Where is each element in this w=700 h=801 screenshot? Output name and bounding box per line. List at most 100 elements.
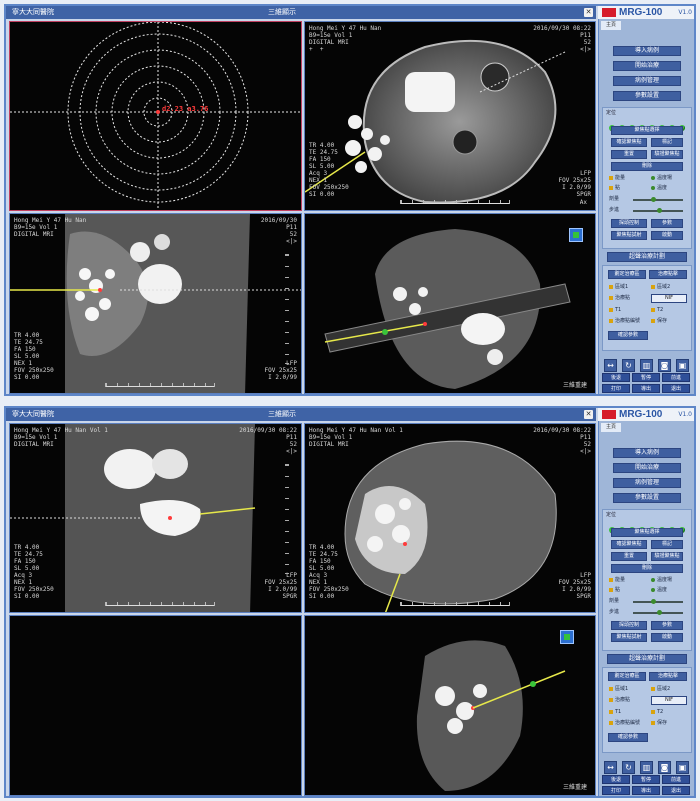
tab-home[interactable]: 主頁 <box>601 21 621 30</box>
define-region-button[interactable]: 劃定治療區 <box>608 270 646 279</box>
parameter-settings-button[interactable]: 參數設置 <box>613 91 681 101</box>
pan-icon[interactable]: ↔ <box>604 359 617 372</box>
option-t1[interactable]: T1 <box>609 709 621 716</box>
slider-knob[interactable] <box>657 208 662 213</box>
print-button[interactable]: 打印 <box>602 786 630 795</box>
option-region-1[interactable]: 區域1 <box>609 686 628 693</box>
select-focus-button[interactable]: 聚焦點選擇 <box>611 528 683 537</box>
option-temperature[interactable]: 溫度 <box>651 587 667 594</box>
option-t2[interactable]: T2 <box>651 307 663 314</box>
confirm-params-button[interactable]: 確認參數 <box>608 733 648 742</box>
treatment-click-button[interactable]: 治療點擊 <box>649 672 687 681</box>
export-button[interactable]: 導出 <box>632 384 660 393</box>
test-fire-button[interactable]: 聚焦點試射 <box>611 633 647 642</box>
params-button[interactable]: 參數 <box>651 621 683 630</box>
print-button[interactable]: 打印 <box>602 384 630 393</box>
option-energy[interactable]: 能量 <box>609 175 625 182</box>
option-region-2[interactable]: 區域2 <box>651 284 670 291</box>
case-management-button[interactable]: 病例管理 <box>613 76 681 86</box>
exit-button[interactable]: 退出 <box>662 786 690 795</box>
case-management-button[interactable]: 病例管理 <box>613 478 681 488</box>
option-temperature[interactable]: 溫度 <box>651 185 667 192</box>
sequence-select[interactable]: NIF <box>651 294 687 303</box>
3d-reconstruction-viewport[interactable]: 三維重建 <box>304 213 596 394</box>
layout-icon[interactable]: ▥ <box>640 761 653 774</box>
option-point-number[interactable]: 治療點編號 <box>609 318 640 325</box>
confirm-params-button[interactable]: 確認參數 <box>608 331 648 340</box>
option-temp-field[interactable]: 溫度場 <box>651 577 672 584</box>
select-focus-button[interactable]: 聚焦點選擇 <box>611 126 683 135</box>
forward-button[interactable]: 前進 <box>662 373 690 382</box>
close-icon[interactable]: ✕ <box>584 410 593 419</box>
probe-control-button[interactable]: 探頭控制 <box>611 621 647 630</box>
parameter-settings-button[interactable]: 參數設置 <box>613 493 681 503</box>
delete-button[interactable]: 刪除 <box>611 162 683 171</box>
orientation-cube-icon[interactable] <box>569 228 583 242</box>
reset-button[interactable]: 重置 <box>611 150 647 159</box>
import-case-button[interactable]: 導入病例 <box>613 46 681 56</box>
close-icon[interactable]: ✕ <box>584 8 593 17</box>
start-treatment-button[interactable]: 開始治療 <box>613 61 681 71</box>
test-fire-button[interactable]: 聚焦點試射 <box>611 231 647 240</box>
tab-home[interactable]: 主頁 <box>601 423 621 432</box>
exit-button[interactable]: 退出 <box>662 384 690 393</box>
back-button[interactable]: 後退 <box>602 373 630 382</box>
delete-button[interactable]: 刪除 <box>611 564 683 573</box>
params-button[interactable]: 參數 <box>651 219 683 228</box>
forward-button[interactable]: 前進 <box>662 775 690 784</box>
option-save[interactable]: 保存 <box>651 318 667 325</box>
import-case-button[interactable]: 導入病例 <box>613 448 681 458</box>
reset-button[interactable]: 重置 <box>611 552 647 561</box>
dose-slider[interactable] <box>633 599 683 604</box>
define-region-button[interactable]: 劃定治療區 <box>608 672 646 681</box>
option-point[interactable]: 點 <box>609 185 620 192</box>
option-region-2[interactable]: 區域2 <box>651 686 670 693</box>
dose-slider[interactable] <box>633 197 683 202</box>
probe-control-button[interactable]: 探頭控制 <box>611 219 647 228</box>
layout-icon[interactable]: ▥ <box>640 359 653 372</box>
verify-focus-button[interactable]: 驗證聚焦點 <box>651 552 683 561</box>
option-t2[interactable]: T2 <box>651 709 663 716</box>
option-treatment-point[interactable]: 治療點 <box>609 295 630 302</box>
back-button[interactable]: 後退 <box>602 775 630 784</box>
window-level-icon[interactable]: ◙ <box>658 359 671 372</box>
option-point[interactable]: 點 <box>609 587 620 594</box>
launch-button[interactable]: 啟動 <box>651 633 683 642</box>
option-save[interactable]: 保存 <box>651 720 667 727</box>
start-treatment-button[interactable]: 開始治療 <box>613 463 681 473</box>
option-treatment-point[interactable]: 治療點 <box>609 697 630 704</box>
slider-knob[interactable] <box>651 599 656 604</box>
slider-knob[interactable] <box>657 610 662 615</box>
axial-mri-viewport[interactable]: Hong Mei Y 47 Hu Nan B9=15e Vol 1 DIGITA… <box>304 21 596 211</box>
verify-focus-button[interactable]: 驗證聚焦點 <box>651 150 683 159</box>
screenshot-icon[interactable]: ▣ <box>676 359 689 372</box>
pan-icon[interactable]: ↔ <box>604 761 617 774</box>
step-slider[interactable] <box>633 208 683 213</box>
option-temp-field[interactable]: 溫度場 <box>651 175 672 182</box>
sagittal-mri-viewport[interactable]: Hong Mei Y 47 Hu Nan Vol 1 B9=15e Vol 1 … <box>9 423 302 613</box>
sagittal-mri-viewport[interactable]: Hong Mei Y 47 Hu Nan B9=15e Vol 1 DIGITA… <box>9 213 302 394</box>
option-region-1[interactable]: 區域1 <box>609 284 628 291</box>
3d-reconstruction-viewport[interactable]: 三維重建 <box>304 615 596 796</box>
rotate-icon[interactable]: ↻ <box>622 761 635 774</box>
step-slider[interactable] <box>633 610 683 615</box>
orientation-cube-icon[interactable] <box>560 630 574 644</box>
screenshot-icon[interactable]: ▣ <box>676 761 689 774</box>
confirm-focus-button[interactable]: 標記 <box>651 540 683 549</box>
empty-viewport[interactable] <box>9 615 302 796</box>
rotate-icon[interactable]: ↻ <box>622 359 635 372</box>
axial-mri-viewport[interactable]: Hong Mei Y 47 Hu Nan Vol 1 B9=15e Vol 1 … <box>304 423 596 613</box>
mark-button[interactable]: 確認聚焦點 <box>611 540 647 549</box>
export-button[interactable]: 導出 <box>632 786 660 795</box>
slider-knob[interactable] <box>651 197 656 202</box>
option-point-number[interactable]: 治療點編號 <box>609 720 640 727</box>
treatment-click-button[interactable]: 治療點擊 <box>649 270 687 279</box>
window-level-icon[interactable]: ◙ <box>658 761 671 774</box>
mark-button[interactable]: 確認聚焦點 <box>611 138 647 147</box>
target-ring-viewport[interactable]: d2.23 a3.76 <box>9 21 302 211</box>
launch-button[interactable]: 啟動 <box>651 231 683 240</box>
option-t1[interactable]: T1 <box>609 307 621 314</box>
pause-button[interactable]: 暫停 <box>632 373 660 382</box>
confirm-focus-button[interactable]: 標記 <box>651 138 683 147</box>
pause-button[interactable]: 暫停 <box>632 775 660 784</box>
